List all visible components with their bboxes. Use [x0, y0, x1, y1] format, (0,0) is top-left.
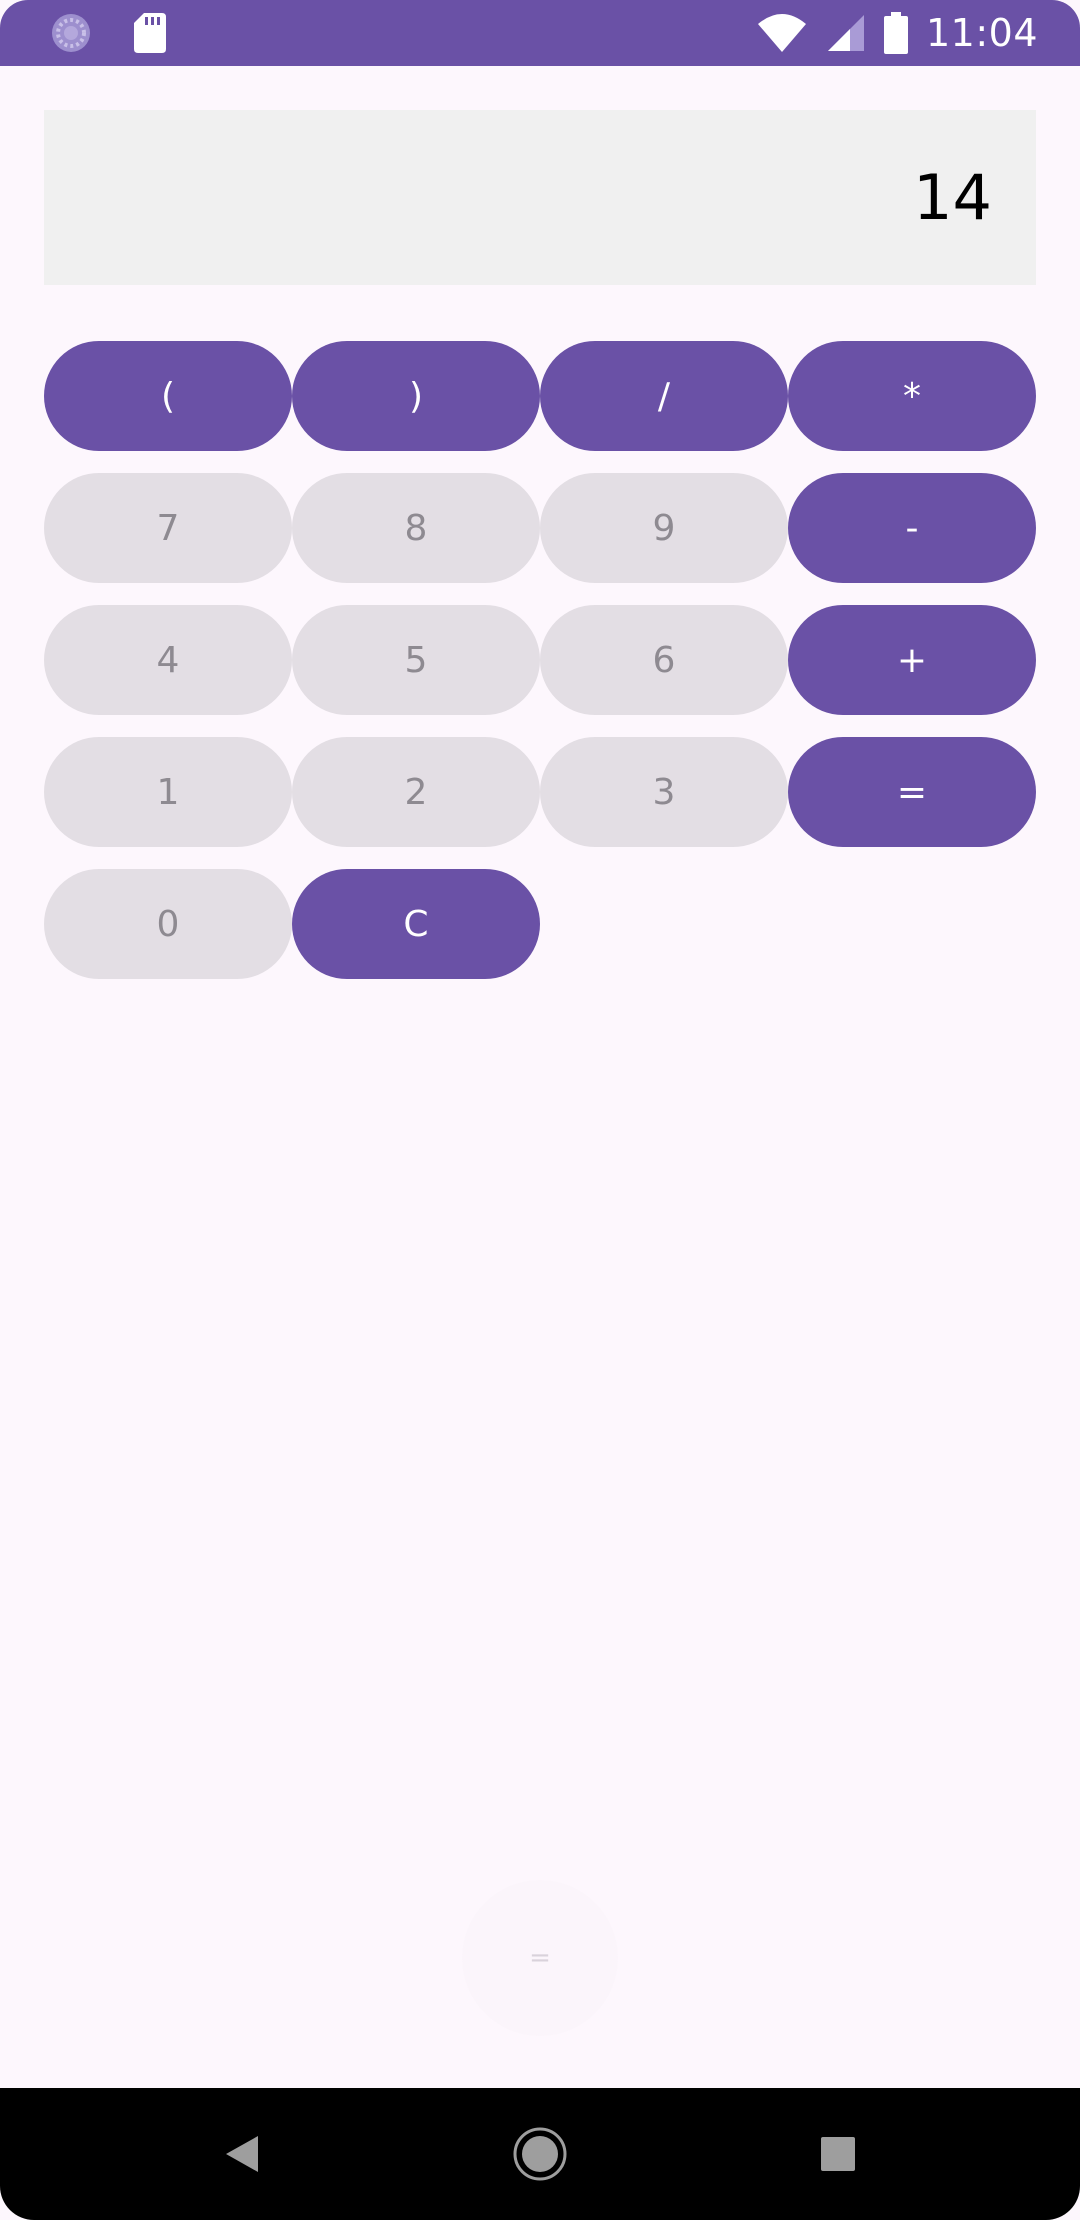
digit-6-button[interactable]: 6 [540, 605, 788, 715]
back-button[interactable] [200, 2112, 284, 2196]
floating-equals-button[interactable]: = [462, 1880, 618, 2036]
digit-2-button[interactable]: 2 [292, 737, 540, 847]
sd-card-icon [134, 13, 166, 53]
clear-button[interactable]: C [292, 869, 540, 979]
digit-8-button[interactable]: 8 [292, 473, 540, 583]
result-display: 14 [44, 110, 1036, 285]
recents-button[interactable] [796, 2112, 880, 2196]
cell-signal-icon [827, 15, 864, 51]
home-icon [513, 2127, 567, 2181]
close-paren-button[interactable]: ) [292, 341, 540, 451]
subtract-button[interactable]: - [788, 473, 1036, 583]
digit-9-button[interactable]: 9 [540, 473, 788, 583]
battery-icon [883, 12, 908, 54]
digit-0-button[interactable]: 0 [44, 869, 292, 979]
status-time: 11:04 [925, 11, 1038, 55]
wifi-icon [757, 14, 806, 52]
status-right-icons: 11:04 [756, 10, 1038, 56]
add-button[interactable]: + [788, 605, 1036, 715]
display-value: 14 [913, 161, 992, 234]
open-paren-button[interactable]: ( [44, 341, 292, 451]
multiply-button[interactable]: * [788, 341, 1036, 451]
digit-1-button[interactable]: 1 [44, 737, 292, 847]
home-button[interactable] [498, 2112, 582, 2196]
equals-button[interactable]: = [788, 737, 1036, 847]
back-icon [226, 2136, 258, 2172]
navigation-bar [0, 2088, 1080, 2220]
divide-button[interactable]: / [540, 341, 788, 451]
digit-4-button[interactable]: 4 [44, 605, 292, 715]
recents-icon [821, 2137, 855, 2171]
digit-3-button[interactable]: 3 [540, 737, 788, 847]
digit-5-button[interactable]: 5 [292, 605, 540, 715]
status-bar: 11:04 [0, 0, 1080, 66]
status-left-icons [50, 12, 166, 54]
digit-7-button[interactable]: 7 [44, 473, 292, 583]
sync-icon [52, 14, 90, 52]
